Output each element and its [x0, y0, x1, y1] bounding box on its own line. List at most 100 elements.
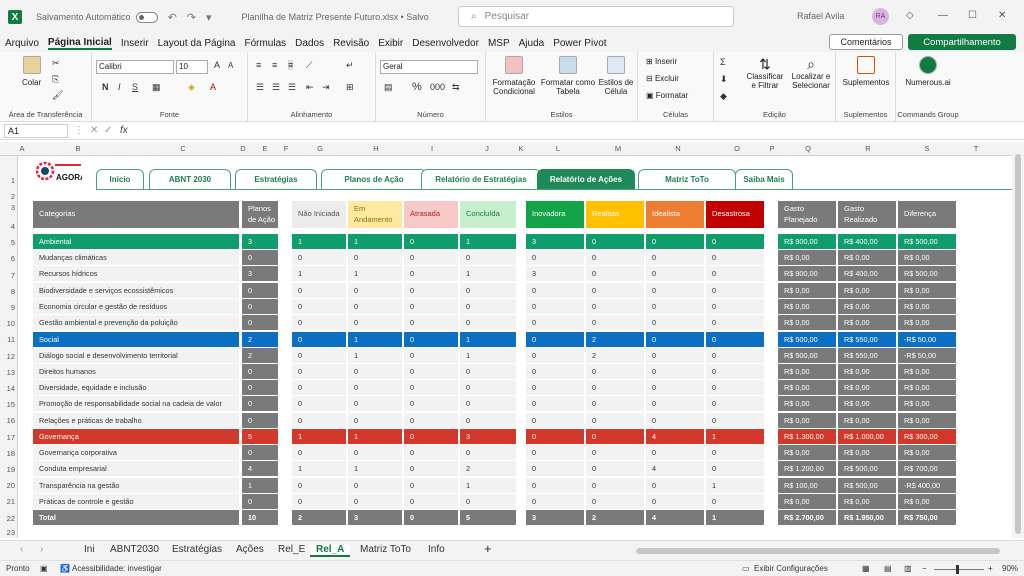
align-middle-icon[interactable]: ≡	[272, 60, 277, 70]
accessibility-status[interactable]: Acessibilidade: investigar	[72, 564, 162, 573]
diamond-icon[interactable]: ◇	[906, 10, 914, 21]
accounting-icon[interactable]: ▤	[384, 82, 393, 93]
column-header[interactable]: L	[528, 144, 588, 153]
row-header[interactable]: 7	[0, 271, 18, 280]
column-header[interactable]: C	[130, 144, 236, 153]
column-header[interactable]: S	[898, 144, 956, 153]
insert-button[interactable]: ⊞ Inserir	[646, 57, 677, 66]
row-header[interactable]: 5	[0, 238, 18, 247]
cell-styles-button[interactable]: Estilos de Célula	[596, 56, 636, 97]
share-button[interactable]: Compartilhamento	[908, 34, 1016, 50]
sheet-tab[interactable]: Ações	[230, 544, 270, 555]
menu-8[interactable]: Desenvolvedor	[412, 38, 479, 49]
zoom-in-icon[interactable]: +	[988, 564, 993, 573]
cancel-icon[interactable]: ✕	[90, 125, 98, 136]
row-header[interactable]: 3	[0, 203, 18, 212]
bold-icon[interactable]: N	[102, 82, 109, 92]
percent-icon[interactable]: %	[412, 81, 422, 93]
merge-icon[interactable]: ⊞	[346, 82, 354, 93]
sort-filter-button[interactable]: ⇅ Classificar e Filtrar	[744, 56, 786, 90]
add-sheet-icon[interactable]: +	[478, 541, 498, 556]
menu-2[interactable]: Inserir	[121, 38, 149, 49]
minimize-icon[interactable]: —	[938, 10, 948, 21]
prev-sheet-icon[interactable]: ‹	[14, 544, 29, 555]
sheet-tab[interactable]: Info	[422, 544, 451, 555]
column-header[interactable]: F	[280, 144, 292, 153]
font-name-select[interactable]: Calibri	[96, 60, 174, 74]
row-header[interactable]: 22	[0, 514, 18, 523]
border-icon[interactable]: ▦	[152, 82, 161, 93]
macro-icon[interactable]: ▣	[40, 564, 48, 573]
nav-tab[interactable]: Início	[96, 169, 144, 189]
number-format-select[interactable]: Geral	[380, 60, 478, 74]
column-header[interactable]: N	[648, 144, 708, 153]
column-header[interactable]: E	[250, 144, 280, 153]
column-header[interactable]: Q	[778, 144, 838, 153]
sheet-tab[interactable]: Matriz ToTo	[354, 544, 417, 555]
row-header[interactable]: 2	[0, 192, 18, 201]
numerous-button[interactable]: Numerous.ai	[900, 56, 956, 87]
row-header[interactable]: 18	[0, 449, 18, 458]
sheet-tab[interactable]: Rel_E	[272, 544, 311, 555]
nav-tab[interactable]: Planos de Ação	[321, 169, 427, 189]
conditional-format-button[interactable]: Formatação Condicional	[490, 56, 538, 97]
maximize-icon[interactable]: ☐	[968, 10, 977, 21]
redo-icon[interactable]: ↷	[187, 11, 196, 24]
row-header[interactable]: 4	[0, 222, 18, 231]
column-header[interactable]: P	[766, 144, 778, 153]
column-header[interactable]: G	[292, 144, 348, 153]
fill-color-icon[interactable]: ◈	[188, 82, 195, 93]
row-header[interactable]: 17	[0, 433, 18, 442]
column-header[interactable]: O	[708, 144, 766, 153]
italic-icon[interactable]: I	[118, 82, 121, 92]
align-right-icon[interactable]: ☰	[288, 82, 296, 93]
format-painter-icon[interactable]: 🖌	[52, 90, 63, 101]
menu-9[interactable]: MSP	[488, 38, 510, 49]
align-left-icon[interactable]: ☰	[256, 82, 264, 93]
fill-icon[interactable]: ⬇	[720, 74, 728, 85]
nav-tab[interactable]: Saiba Mais	[735, 169, 793, 189]
vertical-scrollbar[interactable]	[1012, 142, 1024, 538]
font-size-select[interactable]: 10	[176, 60, 208, 74]
row-header[interactable]: 8	[0, 287, 18, 296]
row-header[interactable]: 10	[0, 319, 18, 328]
align-top-icon[interactable]: ≡	[256, 60, 261, 70]
addins-button[interactable]: Suplementos	[840, 56, 892, 87]
row-header[interactable]: 12	[0, 352, 18, 361]
menu-0[interactable]: Arquivo	[5, 38, 39, 49]
name-box-dropdown-icon[interactable]: ⋮	[74, 125, 84, 136]
row-header[interactable]: 20	[0, 481, 18, 490]
decrease-indent-icon[interactable]: ⇤	[306, 82, 314, 93]
column-header[interactable]: K	[514, 144, 528, 153]
worksheet[interactable]: AGORA InícioABNT 2030EstratégiasPlanos d…	[18, 156, 1012, 538]
find-select-button[interactable]: ⌕ Localizar e Selecionar	[788, 56, 834, 90]
menu-11[interactable]: Power Pivot	[553, 38, 606, 49]
undo-icon[interactable]: ↶	[168, 11, 177, 24]
row-header[interactable]: 23	[0, 528, 18, 537]
clear-icon[interactable]: ◆	[720, 91, 727, 102]
sheet-tab[interactable]: Estratégias	[166, 544, 228, 555]
comments-button[interactable]: Comentários	[829, 34, 903, 50]
page-layout-icon[interactable]: ▤	[884, 564, 892, 573]
column-header[interactable]: R	[838, 144, 898, 153]
menu-7[interactable]: Exibir	[378, 38, 403, 49]
comma-style-icon[interactable]: 000	[430, 82, 445, 92]
menu-10[interactable]: Ajuda	[519, 38, 545, 49]
delete-button[interactable]: ⊟ Excluir	[646, 74, 679, 83]
row-header[interactable]: 16	[0, 416, 18, 425]
horizontal-scrollbar[interactable]	[636, 548, 1000, 554]
nav-tab[interactable]: Relatório de Estratégias	[421, 169, 541, 189]
increase-font-icon[interactable]: A	[214, 60, 220, 70]
column-header[interactable]: A	[18, 144, 26, 153]
page-break-icon[interactable]: ▥	[904, 564, 912, 573]
format-table-button[interactable]: Formatar como Tabela	[540, 56, 596, 97]
sheet-tab[interactable]: Ini	[78, 544, 101, 555]
menu-1[interactable]: Página Inicial	[47, 37, 112, 50]
normal-view-icon[interactable]: ▦	[862, 564, 870, 573]
autosum-icon[interactable]: Σ	[720, 57, 726, 67]
column-header[interactable]: I	[404, 144, 460, 153]
underline-icon[interactable]: S	[132, 82, 138, 92]
menu-6[interactable]: Revisão	[333, 38, 369, 49]
zoom-out-icon[interactable]: −	[922, 564, 927, 573]
row-header[interactable]: 1	[0, 176, 18, 185]
